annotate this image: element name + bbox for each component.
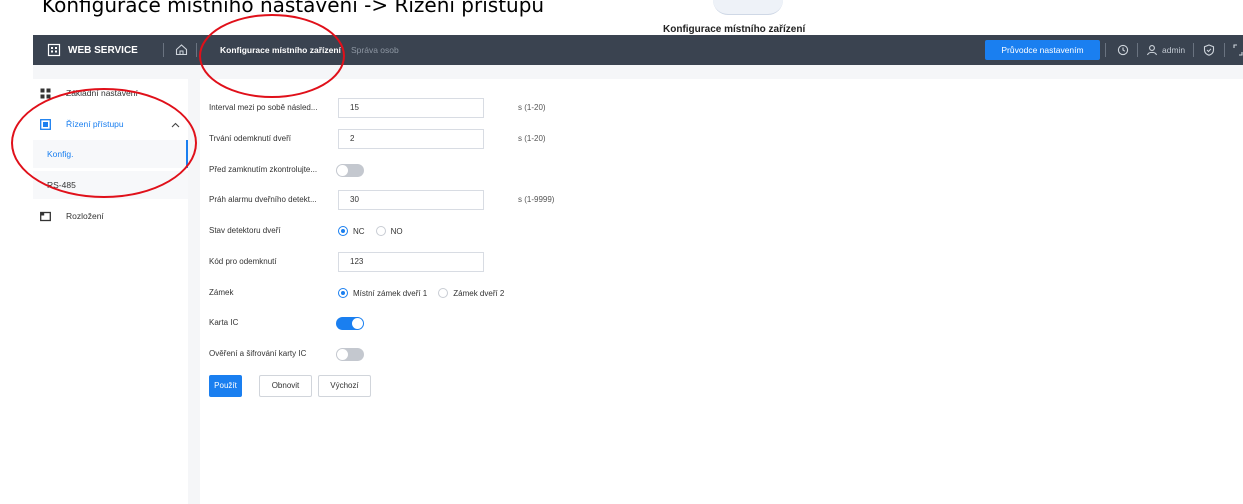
sidebar-item-label: Rozložení: [66, 211, 104, 221]
field-label: Ověření a šifrování karty IC: [209, 349, 307, 358]
apply-button[interactable]: Použít: [209, 375, 242, 397]
setup-wizard-button[interactable]: Průvodce nastavením: [985, 40, 1100, 60]
brand[interactable]: WEB SERVICE: [47, 35, 138, 65]
layout-icon: [40, 211, 51, 224]
divider: [1105, 43, 1106, 57]
top-navigation-bar: WEB SERVICE Konfigurace místního zařízen…: [33, 35, 1243, 65]
door-icon: [40, 119, 51, 132]
alarm-threshold-input[interactable]: 30: [338, 190, 484, 210]
local-lock-1-radio[interactable]: [338, 288, 348, 298]
radio-label: Místní zámek dveří 1: [353, 288, 428, 298]
ic-encryption-toggle[interactable]: [336, 348, 364, 361]
divider: [163, 43, 164, 57]
field-label: Před zamknutím zkontrolujte...: [209, 165, 318, 174]
grid-icon: [40, 88, 51, 101]
interval-row: Interval mezi po sobě násled... 15 s (1-…: [209, 98, 809, 118]
sidebar-item-label: RS-485: [47, 180, 76, 190]
divider: [1137, 43, 1138, 57]
sidebar-item-config[interactable]: Konfig.: [33, 140, 188, 168]
chevron-up-icon: [171, 120, 180, 130]
unit-label: s (1-20): [518, 103, 546, 112]
toggle-knob: [352, 318, 363, 329]
unit-label: s (1-9999): [518, 195, 555, 204]
unlock-duration-input[interactable]: 2: [338, 129, 484, 149]
home-icon[interactable]: [175, 43, 188, 61]
door-sensor-radio-group: NC NO: [338, 221, 414, 241]
sidebar-item-label: Konfig.: [47, 149, 74, 159]
field-label: Interval mezi po sobě násled...: [209, 103, 318, 112]
config-form: Interval mezi po sobě násled... 15 s (1-…: [200, 79, 1243, 504]
shield-icon[interactable]: [1203, 43, 1215, 61]
tab-local-device-config[interactable]: Konfigurace místního zařízení: [220, 35, 341, 65]
web-app-window: WEB SERVICE Konfigurace místního zařízen…: [33, 35, 1243, 504]
no-radio[interactable]: [375, 226, 386, 236]
sidebar-item-label: Základní nastavení: [66, 88, 138, 98]
sidebar-item-rs485[interactable]: RS-485: [33, 171, 188, 199]
toggle-knob: [337, 165, 348, 176]
door-sensor-row: Stav detektoru dveří NC NO: [209, 221, 809, 241]
sidebar: Základní nastavení Řízení přístupu Konfi…: [33, 79, 188, 504]
field-label: Karta IC: [209, 318, 239, 327]
user-name[interactable]: admin: [1162, 35, 1185, 65]
radio-label: Zámek dveří 2: [453, 288, 505, 298]
sidebar-item-label: Řízení přístupu: [66, 119, 124, 129]
alarm-threshold-row: Práh alarmu dveřního detekt... 30 s (1-9…: [209, 190, 809, 210]
divider: [196, 43, 197, 57]
sidebar-item-layout[interactable]: Rozložení: [33, 202, 188, 230]
figure-fragment: [713, 0, 783, 15]
divider: [1224, 43, 1225, 57]
nc-radio[interactable]: [338, 226, 348, 236]
field-label: Kód pro odemknutí: [209, 257, 277, 266]
user-icon[interactable]: [1146, 43, 1158, 61]
toggle-knob: [337, 349, 348, 360]
sidebar-item-basic-settings[interactable]: Základní nastavení: [33, 79, 188, 107]
default-button[interactable]: Výchozí: [318, 375, 371, 397]
brand-label: WEB SERVICE: [68, 44, 138, 56]
unlock-code-row: Kód pro odemknutí 123: [209, 252, 809, 272]
document-caption: Konfigurace místního nastavení -> Řízení…: [42, 0, 545, 17]
fullscreen-icon[interactable]: [1233, 43, 1243, 61]
lock-row: Zámek Místní zámek dveří 1 Zámek dveří 2: [209, 283, 809, 303]
sidebar-item-access-control[interactable]: Řízení přístupu: [33, 110, 188, 138]
refresh-button[interactable]: Obnovit: [259, 375, 312, 397]
ic-card-row: Karta IC: [209, 313, 809, 333]
unlock-duration-row: Trvání odemknutí dveří 2 s (1-20): [209, 129, 809, 149]
building-icon: [47, 43, 61, 57]
unlock-code-input[interactable]: 123: [338, 252, 484, 272]
unit-label: s (1-20): [518, 134, 546, 143]
lock-2-radio[interactable]: [438, 288, 449, 298]
lock-radio-group: Místní zámek dveří 1 Zámek dveří 2: [338, 283, 515, 303]
field-label: Stav detektoru dveří: [209, 226, 281, 235]
figure-caption: Konfigurace místního zařízení: [663, 24, 806, 35]
ic-card-toggle[interactable]: [336, 317, 364, 330]
ic-encryption-row: Ověření a šifrování karty IC: [209, 344, 809, 364]
radio-label: NC: [353, 226, 365, 236]
tab-person-management[interactable]: Správa osob: [351, 35, 399, 65]
field-label: Práh alarmu dveřního detekt...: [209, 195, 317, 204]
check-before-lock-toggle[interactable]: [336, 164, 364, 177]
divider: [1193, 43, 1194, 57]
field-label: Trvání odemknutí dveří: [209, 134, 291, 143]
interval-input[interactable]: 15: [338, 98, 484, 118]
field-label: Zámek: [209, 288, 234, 297]
clock-icon[interactable]: [1117, 43, 1129, 61]
check-before-lock-row: Před zamknutím zkontrolujte...: [209, 160, 809, 180]
radio-label: NO: [390, 226, 403, 236]
